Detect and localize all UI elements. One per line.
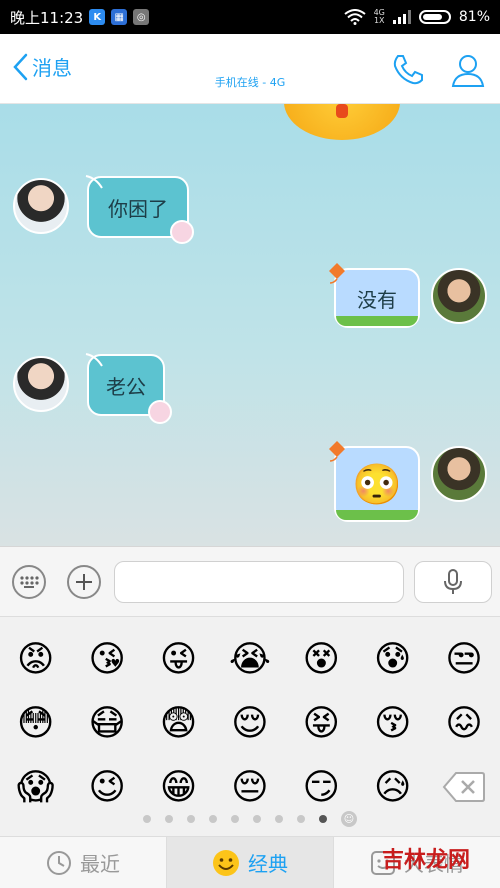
chat-area[interactable]: 你困了 没有 老公 😳 (0, 104, 500, 546)
contact-avatar[interactable] (13, 356, 69, 412)
page-dot[interactable] (143, 815, 151, 823)
keyboard-icon (20, 576, 39, 588)
my-avatar[interactable] (431, 268, 487, 324)
emoji-dizzy[interactable]: 😵 (286, 627, 357, 691)
voice-input-button[interactable] (414, 561, 492, 603)
emoji-pensive[interactable]: 😔 (214, 755, 285, 819)
emoji-fearful[interactable]: 😨 (143, 691, 214, 755)
page-dot[interactable] (165, 815, 173, 823)
emoji-flushed[interactable]: 😳 (0, 691, 71, 755)
flower-decoration-icon (148, 400, 172, 424)
grass-decoration (336, 316, 418, 326)
page-dot[interactable] (231, 815, 239, 823)
network-type-bottom: 1X (373, 16, 385, 25)
input-bar (0, 546, 500, 616)
emoji-grinning[interactable]: 😁 (143, 755, 214, 819)
emoji-sticker-partial (284, 104, 400, 140)
page-dot[interactable] (209, 815, 217, 823)
message-input[interactable] (114, 561, 404, 603)
emoji-unamused[interactable]: 😒 (428, 627, 499, 691)
page-dot[interactable] (187, 815, 195, 823)
page-indicator: ☺ (0, 811, 500, 827)
status-bar: 晚上11:23 K ▦ ◎ 4G 1X 81% (0, 0, 500, 34)
wifi-icon (343, 9, 366, 25)
battery-fill (422, 14, 442, 20)
contact-profile-button[interactable] (448, 50, 488, 90)
phone-call-button[interactable] (388, 50, 428, 90)
emoji-kissing-closed-eyes[interactable]: 😚 (357, 691, 428, 755)
kite-decoration-icon (329, 441, 345, 462)
tab-label: 最近 (80, 852, 120, 876)
tab-recent[interactable]: 最近 (0, 837, 167, 888)
k-app-icon: K (89, 9, 106, 25)
emoji-kiss[interactable]: 😘 (71, 627, 142, 691)
tab-label: 经典 (248, 852, 288, 876)
signal-icon (392, 10, 411, 24)
plus-icon (76, 574, 92, 590)
keyboard-toggle-button[interactable] (12, 565, 46, 599)
emoji-smirk[interactable]: 😏 (286, 755, 357, 819)
ribbon-decoration-icon (85, 175, 103, 189)
ribbon-decoration-icon (85, 353, 103, 367)
kite-decoration-icon (329, 263, 345, 284)
chat-header: 消息 手机在线 - 4G (0, 34, 500, 104)
message-emoji: 😳 (352, 461, 402, 508)
emoji-relieved[interactable]: 😌 (214, 691, 285, 755)
grass-decoration (336, 510, 418, 520)
emoji-angry[interactable]: 😡 (0, 627, 71, 691)
message-text: 没有 (357, 287, 397, 312)
phone-icon (393, 55, 423, 85)
emoji-winking[interactable]: 😉 (71, 755, 142, 819)
emoji-squint-tongue[interactable]: 😝 (286, 691, 357, 755)
page-dot-emoji-icon[interactable]: ☺ (341, 811, 357, 827)
delete-button[interactable] (428, 755, 499, 819)
network-label: 4G 1X (374, 9, 385, 25)
emoji-mask[interactable]: 😷 (71, 691, 142, 755)
page-dot[interactable] (253, 815, 261, 823)
more-options-button[interactable] (67, 565, 101, 599)
message-text: 老公 (106, 374, 146, 399)
emoji-wink-tongue[interactable]: 😜 (143, 627, 214, 691)
battery-icon (418, 10, 451, 24)
page-dot[interactable] (275, 815, 283, 823)
emoji-confounded[interactable]: 😖 (428, 691, 499, 755)
emoji-panel: 😡 😘 😜 😭 😵 😰 😒 😳 😷 😨 😌 😝 😚 😖 😱 😉 😁 😔 😏 😥 … (0, 616, 500, 836)
weibo-app-icon: ▦ (111, 9, 128, 25)
message-text: 你困了 (108, 196, 168, 221)
emoji-crying[interactable]: 😭 (214, 627, 285, 691)
battery-percent: 81% (458, 9, 490, 25)
emoji-grid: 😡 😘 😜 😭 😵 😰 😒 😳 😷 😨 😌 😝 😚 😖 😱 😉 😁 😔 😏 😥 (0, 627, 500, 819)
my-avatar[interactable] (431, 446, 487, 502)
tab-classic[interactable]: 经典 (167, 837, 334, 888)
security-app-icon: ◎ (133, 9, 150, 25)
emoji-anxious-sweat[interactable]: 😰 (357, 627, 428, 691)
contact-avatar[interactable] (13, 178, 69, 234)
backspace-icon (442, 772, 486, 802)
watermark-logo: 吉林龙网 (381, 847, 470, 873)
profile-icon (451, 55, 485, 87)
clock-icon (47, 850, 71, 875)
microphone-icon (444, 569, 462, 594)
flower-decoration-icon (170, 220, 194, 244)
smiley-icon (213, 849, 239, 876)
emoji-screaming[interactable]: 😱 (0, 755, 71, 819)
page-dot[interactable] (319, 815, 327, 823)
page-dot[interactable] (297, 815, 305, 823)
emoji-sad-sweat[interactable]: 😥 (357, 755, 428, 819)
status-time: 晚上11:23 (10, 8, 84, 27)
